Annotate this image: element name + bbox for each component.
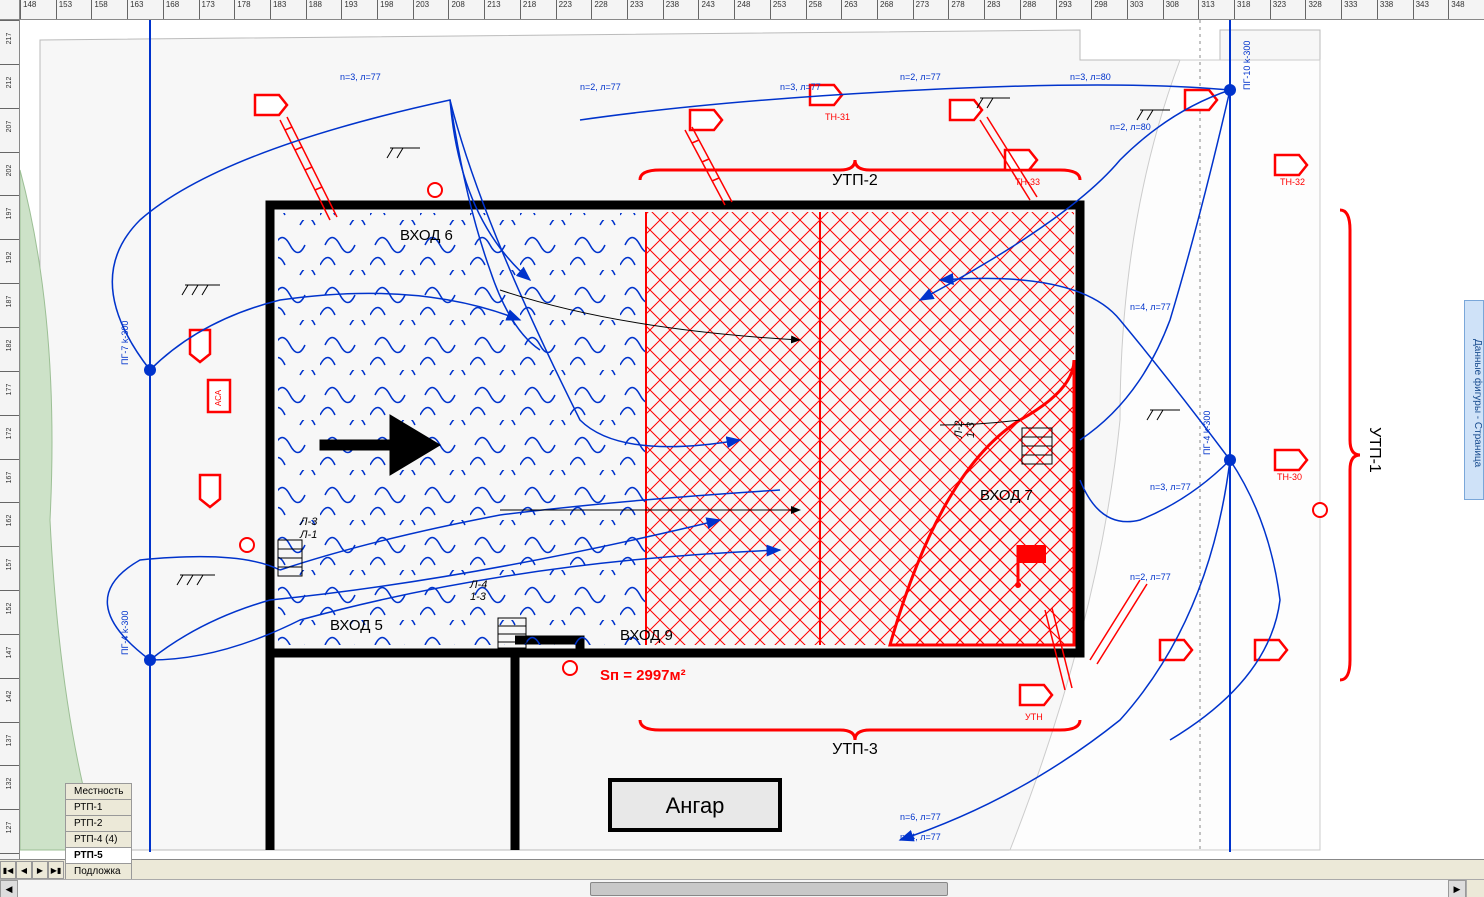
sector-marker: 1-3 [470,591,487,603]
ruler-horizontal: 1481531581631681731781831881931982032082… [20,0,1484,20]
scroll-corner [1466,879,1484,897]
sector-marker: Л-3 [299,516,318,528]
tab-nav-prev[interactable]: ◀ [16,861,32,879]
nozzle-icon [1313,503,1327,517]
sector-marker: 1-3 [965,421,977,438]
tab-nav-last[interactable]: ▶▮ [48,861,64,879]
ruler-vertical: 2172122072021971921871821771721671621571… [0,20,20,897]
utp1-label: УТП-1 [1366,427,1383,473]
hydrant-label: ПГ-7 k-300 [120,321,130,365]
horizontal-scrollbar[interactable]: ◀ ▶ [0,879,1466,897]
tab-nav-first[interactable]: ▮◀ [0,861,16,879]
unit-label: ТН-33 [1015,177,1040,187]
hose-line-label: n=2, л=77 [1130,572,1171,582]
hose-line-label: n=2, л=80 [1110,122,1151,132]
hydrant-label: ПГ-4 k-300 [1202,411,1212,455]
hydrant-label: ПГ-10 k-300 [1242,41,1252,90]
unit-label: ТН-32 [1280,177,1305,187]
truck-icon [1020,685,1052,705]
page-tab[interactable]: РТП-4 (4) [65,831,132,847]
hose-line-label: n=2, л=77 [900,72,941,82]
truck-icon [190,330,210,362]
vhod9-label: ВХОД 9 [620,627,673,644]
truck-icon [255,95,287,115]
page-tab[interactable]: РТП-2 [65,815,132,831]
page-tab[interactable]: Местность [65,783,132,799]
nozzle-icon [240,538,254,552]
hose-line-label: n=3, л=77 [340,72,381,82]
hangar-label: Ангар [666,793,725,818]
scroll-left-button[interactable]: ◀ [0,880,18,897]
sector-marker: Л-2 [953,421,965,439]
truck-icon [1275,155,1307,175]
truck-icon [1275,450,1307,470]
truck-icon [1160,640,1192,660]
svg-text:АСА: АСА [214,389,223,406]
page-tab[interactable]: Подложка [65,863,132,879]
scroll-thumb[interactable] [590,882,948,896]
page-tab[interactable]: РТП-1 [65,799,132,815]
hangar-label-box: Ангар [610,780,780,830]
tab-nav-next[interactable]: ▶ [32,861,48,879]
unit-label: УТН [1025,712,1043,722]
hose-line-label: n=4, л=77 [1130,302,1171,312]
ruler-corner [0,0,20,20]
sector-marker: Л-4 [469,579,487,591]
scroll-right-button[interactable]: ▶ [1448,880,1466,897]
shape-data-panel-tab[interactable]: Данные фигуры - Страница [1464,300,1484,500]
utp3-label: УТП-3 [832,741,878,758]
nozzle-icon [428,183,442,197]
sector-marker: Л-1 [299,529,317,541]
unit-label: ТН-31 [825,112,850,122]
hydrant-label: ПГ-4 k-300 [120,611,130,655]
vhod7-label: ВХОД 7 [980,487,1033,504]
hose-line-label: n=3, л=77 [780,82,821,92]
page-tab[interactable]: РТП-5 [65,847,132,863]
vhod6-label: ВХОД 6 [400,227,453,244]
page-tab-bar: ▮◀ ◀ ▶ ▶▮ МестностьРТП-1РТП-2РТП-4 (4)РТ… [0,859,1484,879]
truck-icon [690,110,722,130]
truck-icon [950,100,982,120]
nozzle-icon [563,661,577,675]
hose-line-label: n=3, л=80 [1070,72,1111,82]
scroll-track[interactable] [18,880,1448,897]
aca-symbol: АСА [208,380,230,412]
hose-line-label: n=3, л=77 [1150,482,1191,492]
truck-icon [200,475,220,507]
vhod5-label: ВХОД 5 [330,617,383,634]
unit-label: ТН-30 [1277,472,1302,482]
utp2-label: УТП-2 [832,172,878,189]
hose-line-label: n=6, л=77 [900,812,941,822]
hose-line-label: n=2, л=77 [580,82,621,92]
area-label: Sп = 2997м² [600,667,686,684]
hose-line-label: n=4, л=77 [900,832,941,842]
drawing-canvas[interactable]: Ангар УТП-2 УТП-3 УТП-1 ВХОД 5 ВХОД 6 ВХ… [20,20,1464,852]
